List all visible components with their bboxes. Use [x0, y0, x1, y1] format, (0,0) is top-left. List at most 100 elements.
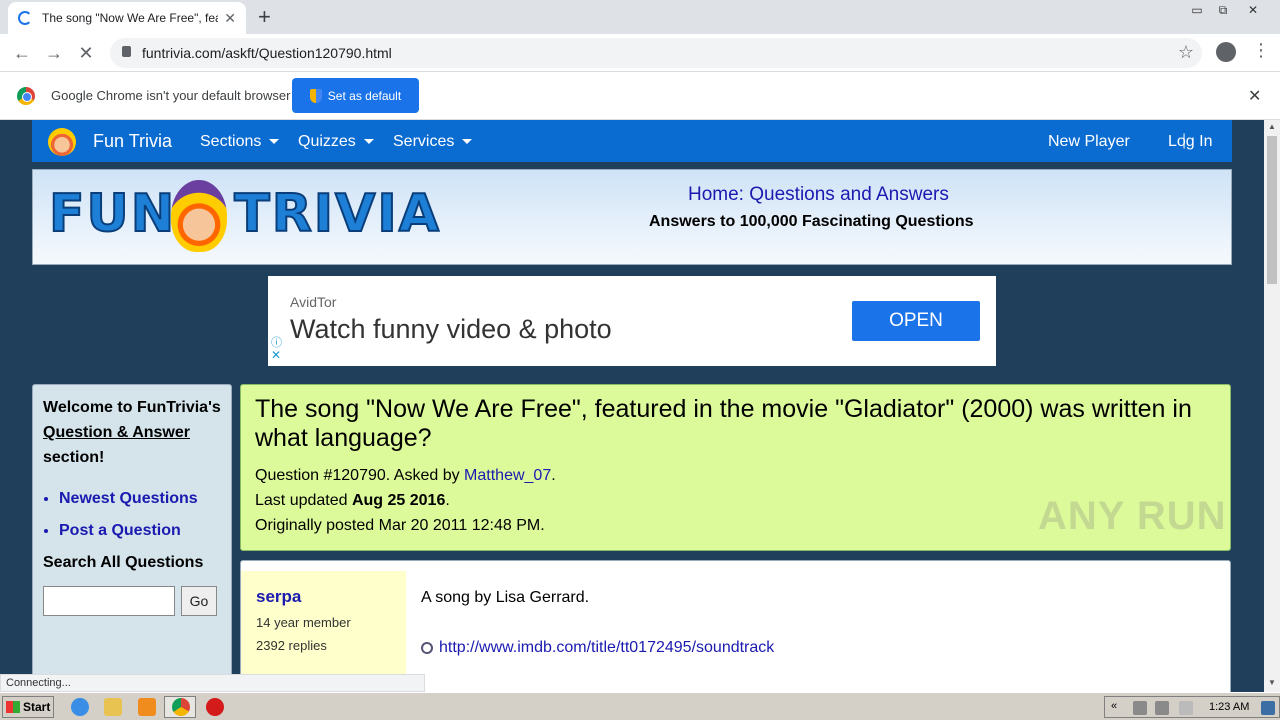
- tab-strip: The song "Now We Are Free", featu ✕ + ▭ …: [0, 0, 1280, 34]
- advertisement[interactable]: AvidTor Watch funny video & photo OPEN ⓘ…: [268, 276, 996, 366]
- start-label: Start: [23, 700, 51, 714]
- anyrun-watermark: ANY RUN: [1038, 494, 1227, 538]
- chrome-menu-icon[interactable]: ⋮: [1252, 40, 1270, 61]
- url-text[interactable]: funtrivia.com/askft/Question120790.html: [142, 45, 392, 61]
- chrome-logo-icon: [17, 87, 35, 105]
- welcome-text: Welcome to FunTrivia's: [43, 399, 221, 416]
- back-button[interactable]: ←: [9, 40, 35, 66]
- qa-section-link[interactable]: Question & Answer: [43, 424, 190, 441]
- bookmark-star-icon[interactable]: ☆: [1178, 42, 1194, 63]
- stop-loading-button[interactable]: ✕: [73, 40, 99, 66]
- log-in-link[interactable]: Log In: [1168, 133, 1212, 151]
- show-desktop-icon[interactable]: [1261, 701, 1275, 715]
- ad-close-icon[interactable]: ✕: [271, 348, 281, 362]
- tray-expand-icon[interactable]: «: [1111, 700, 1117, 712]
- taskbar-clock[interactable]: 1:23 AM: [1209, 701, 1249, 713]
- search-go-button[interactable]: Go: [181, 586, 217, 616]
- uac-shield-icon: [309, 88, 322, 103]
- nav-quizzes-label: Quizzes: [298, 133, 356, 150]
- period: .: [445, 492, 450, 509]
- system-tray: « 1:23 AM: [1104, 696, 1280, 718]
- caret-down-icon: [363, 139, 374, 145]
- question-number: Question #120790. Asked by: [255, 467, 465, 484]
- welcome-text-end: section!: [43, 449, 105, 466]
- post-question-link[interactable]: Post a Question: [59, 522, 221, 540]
- windows-flag-icon: [6, 701, 20, 713]
- ad-open-button[interactable]: OPEN: [852, 301, 980, 341]
- browser-toolbar: ← → ✕ funtrivia.com/askft/Question120790…: [0, 34, 1280, 72]
- paperclip-icon: [418, 639, 436, 657]
- logo-text-right: TRIVIA: [233, 183, 441, 245]
- volume-icon[interactable]: [1133, 701, 1147, 715]
- scroll-down-icon[interactable]: ▼: [1268, 678, 1276, 687]
- minimize-button[interactable]: ▭: [1184, 0, 1210, 20]
- jester-mascot-icon: [171, 180, 227, 252]
- ad-advertiser: AvidTor: [290, 294, 337, 310]
- funtrivia-logo[interactable]: FUN TRIVIA: [48, 183, 441, 245]
- scroll-thumb[interactable]: [1267, 136, 1277, 284]
- default-browser-infobar: Google Chrome isn't your default browser…: [0, 72, 1280, 120]
- imdb-link[interactable]: http://www.imdb.com/title/tt0172495/soun…: [439, 639, 774, 656]
- folder-icon[interactable]: [104, 698, 122, 716]
- window-close-button[interactable]: ✕: [1240, 0, 1266, 20]
- questions-answers-link[interactable]: Questions and Answers: [749, 184, 949, 205]
- answer-link-row: http://www.imdb.com/title/tt0172495/soun…: [418, 639, 774, 657]
- nav-sections[interactable]: Sections: [200, 133, 280, 151]
- stop-app-icon[interactable]: [206, 698, 224, 716]
- caret-down-icon: [269, 139, 280, 145]
- tab-close-icon[interactable]: ✕: [224, 10, 236, 27]
- web-page: Fun Trivia Sections Quizzes Services New…: [0, 120, 1264, 692]
- answer-username-link[interactable]: serpa: [256, 587, 391, 607]
- home-prefix[interactable]: Home:: [688, 184, 744, 205]
- reply-count: 2392 replies: [256, 638, 327, 653]
- lock-icon: [122, 46, 131, 57]
- jester-logo-icon[interactable]: [48, 128, 76, 156]
- address-bar[interactable]: funtrivia.com/askft/Question120790.html …: [110, 38, 1202, 68]
- site-banner: FUN TRIVIA Home: Questions and Answers An…: [32, 169, 1232, 265]
- loading-spinner-icon: [18, 11, 32, 25]
- answer-box: serpa 14 year member 2392 replies A song…: [240, 560, 1231, 692]
- infobar-close-icon[interactable]: ✕: [1248, 86, 1261, 106]
- chrome-icon: [172, 698, 190, 716]
- browser-tab[interactable]: The song "Now We Are Free", featu ✕: [8, 2, 246, 34]
- newest-questions-link[interactable]: Newest Questions: [59, 490, 221, 508]
- network-icon[interactable]: [1155, 701, 1169, 715]
- set-as-default-button[interactable]: Set as default: [292, 78, 419, 113]
- chrome-taskbar-button[interactable]: [164, 696, 196, 718]
- tab-title: The song "Now We Are Free", featu: [42, 11, 219, 25]
- profile-avatar-icon[interactable]: [1216, 42, 1236, 62]
- new-tab-button[interactable]: +: [258, 4, 271, 30]
- updated-label: Last updated: [255, 492, 352, 509]
- infobar-message: Google Chrome isn't your default browser: [51, 88, 291, 103]
- media-player-icon[interactable]: [138, 698, 156, 716]
- nav-services[interactable]: Services: [393, 133, 473, 151]
- sidebar-welcome: Welcome to FunTrivia's Question & Answer…: [43, 395, 221, 470]
- forward-button[interactable]: →: [41, 40, 67, 66]
- question-title: The song "Now We Are Free", featured in …: [255, 395, 1192, 452]
- search-row: Go: [43, 586, 221, 616]
- page-heading: Home: Questions and Answers: [688, 184, 949, 206]
- site-brand-link[interactable]: Fun Trivia: [93, 131, 172, 152]
- action-center-flag-icon[interactable]: [1179, 701, 1193, 715]
- page-scrollbar[interactable]: ▲ ▼: [1264, 120, 1280, 692]
- ie-icon[interactable]: [71, 698, 89, 716]
- period: .: [551, 467, 556, 484]
- search-input[interactable]: [43, 586, 175, 616]
- restore-button[interactable]: ⧉: [1210, 0, 1236, 20]
- site-top-nav: Fun Trivia Sections Quizzes Services New…: [32, 120, 1232, 162]
- nav-quizzes[interactable]: Quizzes: [298, 133, 374, 151]
- nav-sections-label: Sections: [200, 133, 262, 150]
- asker-link[interactable]: Matthew_07: [464, 467, 551, 484]
- updated-date: Aug 25 2016: [351, 492, 446, 509]
- scroll-up-icon[interactable]: ▲: [1268, 122, 1276, 131]
- nav-services-label: Services: [393, 133, 455, 150]
- ad-headline[interactable]: Watch funny video & photo: [290, 314, 612, 345]
- set-as-default-label: Set as default: [327, 88, 402, 103]
- caret-down-icon: [462, 139, 473, 145]
- status-bubble: Connecting...: [0, 674, 425, 692]
- banner-tagline: Answers to 100,000 Fascinating Questions: [649, 213, 974, 230]
- new-player-link[interactable]: New Player: [1048, 133, 1130, 151]
- start-button[interactable]: Start: [2, 696, 54, 718]
- member-duration: 14 year member: [256, 615, 351, 630]
- sidebar: Welcome to FunTrivia's Question & Answer…: [32, 384, 232, 692]
